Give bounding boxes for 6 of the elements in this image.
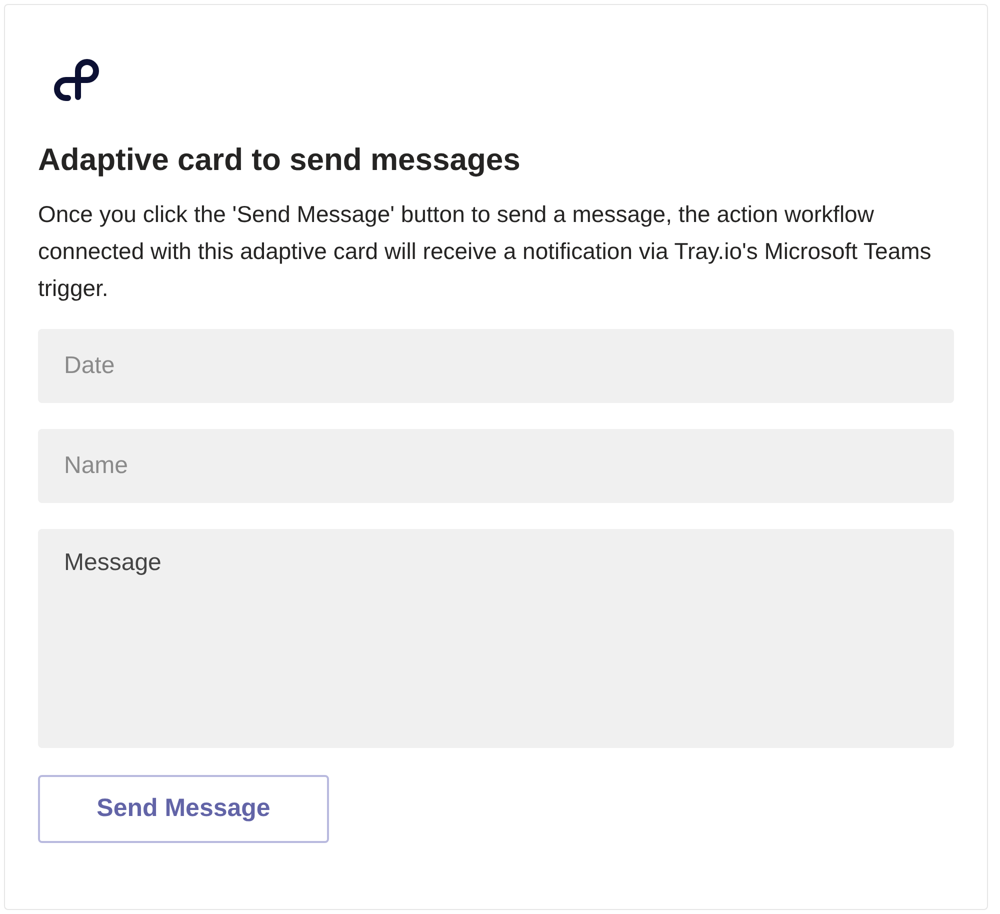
send-message-button[interactable]: Send Message	[38, 774, 329, 843]
card-description: Once you click the 'Send Message' button to send a message, the action workflow connected with this adaptive card will receive a notification via Tray.io's Microsoft Teams trigger.	[38, 200, 932, 303]
message-field[interactable]: Message	[38, 528, 954, 748]
input-field[interactable]: Date	[38, 328, 954, 403]
card-title: Adaptive card to send messages	[38, 141, 522, 179]
input-field[interactable]: Name	[38, 428, 954, 503]
